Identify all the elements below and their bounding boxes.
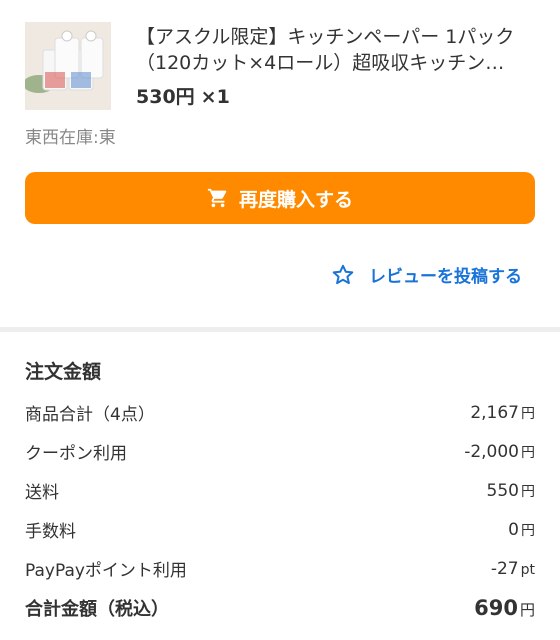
summary-row-fee: 手数料 0円	[25, 510, 535, 549]
summary-row-coupon: クーポン利用 -2,000 円	[25, 432, 535, 471]
summary-value: 550 円	[487, 481, 535, 501]
total-value: 690 円	[474, 596, 535, 620]
summary-value: -2,000 円	[464, 442, 535, 462]
order-item[interactable]: 【アスクル限定】キッチンペーパー 1パック （120カット×4ロール）超吸収キッ…	[25, 22, 540, 114]
summary-value: 0円	[508, 520, 535, 540]
summary-row-subtotal: 商品合計（4点） 2,167 円	[25, 393, 535, 432]
summary-row-total: 合計金額（税込） 690 円	[25, 588, 535, 627]
summary-row-points: PayPayポイント利用 -27 pt	[25, 549, 535, 588]
unit: 円	[521, 522, 535, 539]
product-title[interactable]: 【アスクル限定】キッチンペーパー 1パック （120カット×4ロール）超吸収キッ…	[136, 24, 540, 76]
summary-label: 手数料	[25, 522, 76, 542]
amount: -2,000	[464, 441, 519, 462]
summary-value: -27 pt	[491, 559, 535, 579]
unit: 円	[521, 405, 535, 422]
item-price: 530円	[136, 86, 195, 108]
star-outline-icon	[331, 263, 355, 287]
unit: 円	[519, 600, 535, 619]
write-review-link[interactable]: レビューを投稿する	[331, 262, 522, 287]
rebuy-label: 再度購入する	[238, 188, 353, 211]
summary-label: クーポン利用	[25, 444, 127, 464]
unit: 円	[521, 483, 535, 500]
total-label: 合計金額（税込）	[25, 598, 169, 620]
order-summary: 商品合計（4点） 2,167 円 クーポン利用 -2,000 円 送料 550 円 手…	[25, 393, 535, 627]
item-quantity: ×1	[200, 86, 230, 108]
summary-label: 商品合計（4点）	[25, 405, 155, 425]
amount: 2,167	[470, 402, 519, 423]
unit: pt	[520, 561, 535, 578]
product-image[interactable]	[25, 22, 111, 110]
summary-label: PayPayポイント利用	[25, 561, 187, 581]
unit: 円	[521, 444, 535, 461]
summary-label: 送料	[25, 483, 59, 503]
price-quantity: 530円 ×1	[136, 84, 236, 110]
summary-value: 2,167 円	[470, 403, 535, 423]
amount: -27	[490, 558, 519, 579]
amount: 690	[474, 595, 518, 620]
rebuy-button[interactable]: 再度購入する	[25, 172, 535, 224]
product-title-line2: （120カット×4ロール）超吸収キッチン…	[136, 52, 505, 74]
summary-title: 注文金額	[25, 361, 102, 383]
review-label: レビューを投稿する	[369, 267, 522, 287]
amount: 0	[508, 519, 519, 540]
section-divider	[0, 327, 560, 332]
amount: 550	[486, 480, 519, 501]
cart-icon	[207, 187, 229, 209]
product-title-line1: 【アスクル限定】キッチンペーパー 1パック	[136, 26, 515, 48]
summary-row-shipping: 送料 550 円	[25, 471, 535, 510]
warehouse-label: 東西在庫:東	[25, 128, 116, 148]
